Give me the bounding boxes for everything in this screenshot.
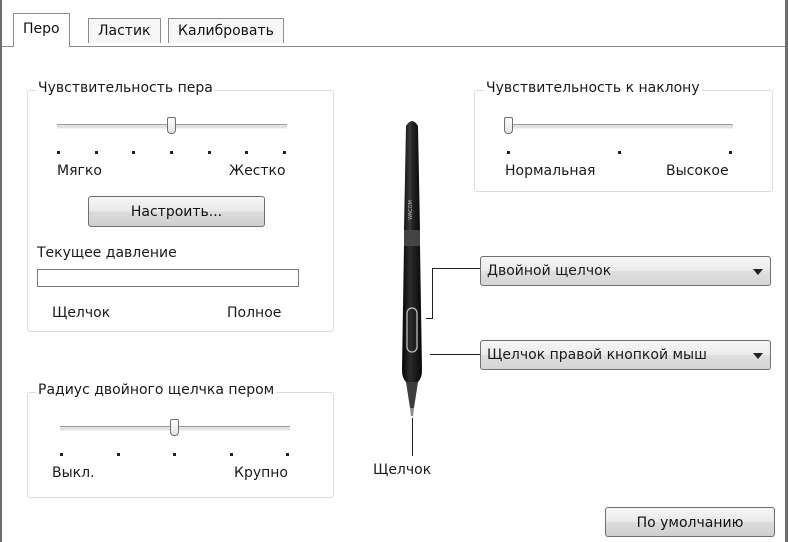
slider-tick — [286, 453, 289, 456]
upper-button-dropdown[interactable]: Двойной щелчок — [480, 256, 771, 286]
double-click-slider[interactable] — [60, 419, 290, 460]
pen-brand-text: WACOM — [408, 200, 414, 220]
slider-tick — [132, 151, 135, 154]
pen-feel-slider[interactable] — [57, 117, 287, 158]
tip-label: Щелчок — [373, 462, 432, 478]
slider-thumb[interactable] — [170, 419, 179, 436]
slider-tick — [729, 151, 732, 154]
tilt-title: Чувствительность к наклону — [484, 80, 702, 96]
pen-feel-min-label: Мягко — [57, 163, 102, 179]
customize-button[interactable]: Настроить... — [88, 196, 265, 227]
tilt-slider[interactable] — [504, 117, 733, 158]
slider-tick — [57, 151, 60, 154]
slider-thumb[interactable] — [504, 117, 513, 134]
window-border-left — [0, 0, 2, 542]
current-pressure-label: Текущее давление — [37, 245, 177, 261]
pressure-max-label: Полное — [227, 305, 282, 321]
slider-tick — [60, 453, 63, 456]
slider-tick — [618, 151, 621, 154]
upper-button-leader-stub — [426, 318, 433, 319]
slider-tick — [173, 453, 176, 456]
slider-tick — [230, 453, 233, 456]
double-click-title: Радиус двойного щелчка пером — [36, 382, 277, 398]
lower-button-leader — [430, 354, 480, 355]
slider-tick — [245, 151, 248, 154]
double-click-max-label: Крупно — [234, 465, 288, 481]
upper-button-leader-vertical — [432, 268, 433, 318]
upper-button-leader — [432, 268, 480, 269]
pressure-meter — [37, 269, 299, 287]
tab-pen[interactable]: Перо — [13, 13, 70, 47]
pen-feel-title: Чувствительность пера — [36, 80, 215, 96]
slider-track[interactable] — [507, 124, 733, 129]
tab-strip-divider — [2, 46, 785, 47]
slider-thumb[interactable] — [167, 117, 176, 134]
pen-illustration: WACOM — [402, 121, 422, 416]
tab-eraser[interactable]: Ластик — [88, 18, 161, 43]
slider-tick — [283, 151, 286, 154]
tip-leader — [412, 418, 413, 456]
upper-button-value: Двойной щелчок — [487, 263, 612, 279]
tilt-min-label: Нормальная — [505, 163, 596, 179]
default-button[interactable]: По умолчанию — [605, 507, 775, 537]
double-click-min-label: Выкл. — [52, 465, 95, 481]
lower-button-dropdown[interactable]: Щелчок правой кнопкой мыш — [480, 340, 771, 370]
lower-button-value: Щелчок правой кнопкой мыш — [487, 347, 707, 363]
chevron-down-icon — [753, 353, 763, 359]
pen-feel-max-label: Жестко — [229, 163, 286, 179]
slider-tick — [95, 151, 98, 154]
slider-tick — [117, 453, 120, 456]
slider-tick — [170, 151, 173, 154]
slider-tick — [208, 151, 211, 154]
slider-tick — [507, 151, 510, 154]
tilt-max-label: Высокое — [666, 163, 729, 179]
tab-calibrate[interactable]: Калибровать — [168, 18, 284, 43]
chevron-down-icon — [753, 269, 763, 275]
pressure-min-label: Щелчок — [52, 305, 111, 321]
